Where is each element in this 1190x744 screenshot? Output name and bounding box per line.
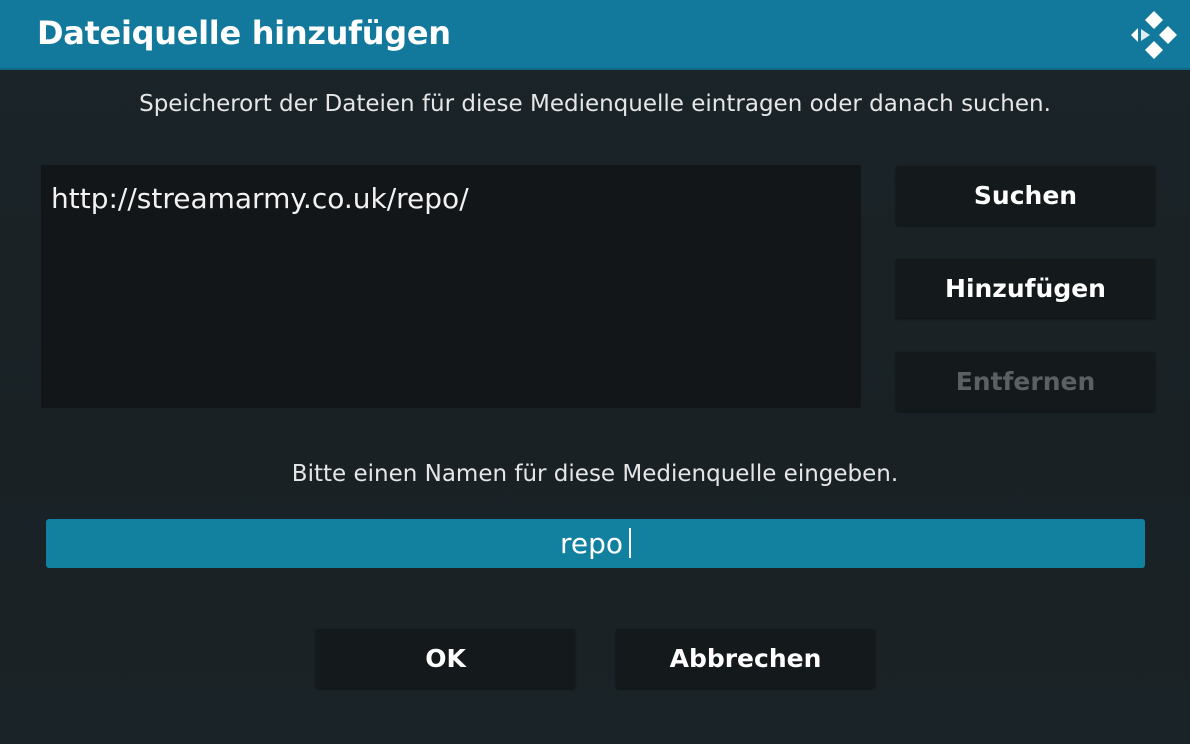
dialog-title: Dateiquelle hinzufügen xyxy=(37,14,451,52)
dialog-header: Dateiquelle hinzufügen xyxy=(0,0,1190,70)
ok-button[interactable]: OK xyxy=(316,629,575,688)
add-source-dialog: Dateiquelle hinzufügen Speicherort der D… xyxy=(0,0,1190,744)
source-name-input[interactable]: repo xyxy=(46,519,1145,568)
cancel-button[interactable]: Abbrechen xyxy=(616,629,875,688)
kodi-logo-icon xyxy=(1131,11,1177,59)
text-caret xyxy=(629,528,632,558)
source-path-prompt: Speicherort der Dateien für diese Medien… xyxy=(139,91,1051,117)
source-path-item[interactable]: http://streamarmy.co.uk/repo/ xyxy=(51,181,469,217)
browse-button[interactable]: Suchen xyxy=(896,166,1155,225)
source-name-prompt: Bitte einen Namen für diese Medienquelle… xyxy=(291,461,899,487)
source-path-list[interactable]: http://streamarmy.co.uk/repo/ xyxy=(41,165,861,408)
source-name-value: repo xyxy=(559,527,624,560)
remove-path-button[interactable]: Entfernen xyxy=(896,352,1155,411)
add-path-button[interactable]: Hinzufügen xyxy=(896,259,1155,318)
